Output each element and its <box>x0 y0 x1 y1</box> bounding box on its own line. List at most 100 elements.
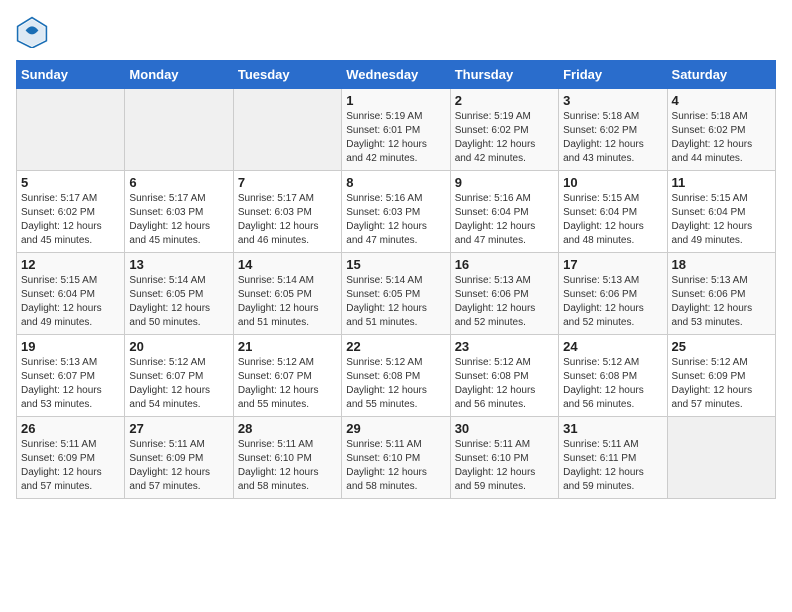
calendar-cell: 11 Sunrise: 5:15 AM Sunset: 6:04 PM Dayli… <box>667 171 775 253</box>
day-info: Sunrise: 5:11 AM Sunset: 6:10 PM Dayligh… <box>346 438 445 494</box>
day-info: Sunrise: 5:11 AM Sunset: 6:11 PM Dayligh… <box>563 438 662 494</box>
day-number: 2 <box>455 93 554 108</box>
day-number: 11 <box>672 175 771 190</box>
day-number: 6 <box>129 175 228 190</box>
day-number: 21 <box>238 339 337 354</box>
day-info: Sunrise: 5:11 AM Sunset: 6:09 PM Dayligh… <box>129 438 228 494</box>
day-info: Sunrise: 5:14 AM Sunset: 6:05 PM Dayligh… <box>238 274 337 330</box>
day-info: Sunrise: 5:14 AM Sunset: 6:05 PM Dayligh… <box>129 274 228 330</box>
logo <box>16 16 52 48</box>
day-info: Sunrise: 5:12 AM Sunset: 6:08 PM Dayligh… <box>346 356 445 412</box>
day-info: Sunrise: 5:12 AM Sunset: 6:08 PM Dayligh… <box>455 356 554 412</box>
day-info: Sunrise: 5:18 AM Sunset: 6:02 PM Dayligh… <box>563 110 662 166</box>
day-info: Sunrise: 5:19 AM Sunset: 6:01 PM Dayligh… <box>346 110 445 166</box>
calendar-cell: 1 Sunrise: 5:19 AM Sunset: 6:01 PM Daylig… <box>342 89 450 171</box>
calendar-cell: 28 Sunrise: 5:11 AM Sunset: 6:10 PM Dayli… <box>233 417 341 499</box>
calendar-cell: 14 Sunrise: 5:14 AM Sunset: 6:05 PM Dayli… <box>233 253 341 335</box>
day-number: 12 <box>21 257 120 272</box>
calendar-cell: 30 Sunrise: 5:11 AM Sunset: 6:10 PM Dayli… <box>450 417 558 499</box>
calendar-week-row: 5Sunrise: 5:17 AM Sunset: 6:02 PM Daylig… <box>17 171 776 253</box>
day-info: Sunrise: 5:15 AM Sunset: 6:04 PM Dayligh… <box>563 192 662 248</box>
calendar-cell <box>125 89 233 171</box>
calendar-cell <box>17 89 125 171</box>
calendar-cell: 29 Sunrise: 5:11 AM Sunset: 6:10 PM Dayli… <box>342 417 450 499</box>
day-info: Sunrise: 5:13 AM Sunset: 6:06 PM Dayligh… <box>672 274 771 330</box>
calendar-cell: 9 Sunrise: 5:16 AM Sunset: 6:04 PM Daylig… <box>450 171 558 253</box>
calendar-cell: 18 Sunrise: 5:13 AM Sunset: 6:06 PM Dayli… <box>667 253 775 335</box>
calendar-cell: 19 Sunrise: 5:13 AM Sunset: 6:07 PM Dayli… <box>17 335 125 417</box>
day-number: 18 <box>672 257 771 272</box>
day-number: 20 <box>129 339 228 354</box>
calendar-cell: 27 Sunrise: 5:11 AM Sunset: 6:09 PM Dayli… <box>125 417 233 499</box>
day-info: Sunrise: 5:13 AM Sunset: 6:07 PM Dayligh… <box>21 356 120 412</box>
logo-icon <box>16 16 48 48</box>
calendar-cell: 13 Sunrise: 5:14 AM Sunset: 6:05 PM Dayli… <box>125 253 233 335</box>
calendar-cell: 26 Sunrise: 5:11 AM Sunset: 6:09 PM Dayli… <box>17 417 125 499</box>
day-number: 31 <box>563 421 662 436</box>
weekday-header-saturday: Saturday <box>667 61 775 89</box>
day-number: 16 <box>455 257 554 272</box>
day-info: Sunrise: 5:15 AM Sunset: 6:04 PM Dayligh… <box>672 192 771 248</box>
day-info: Sunrise: 5:16 AM Sunset: 6:04 PM Dayligh… <box>455 192 554 248</box>
day-number: 10 <box>563 175 662 190</box>
weekday-header-wednesday: Wednesday <box>342 61 450 89</box>
calendar-cell: 22 Sunrise: 5:12 AM Sunset: 6:08 PM Dayli… <box>342 335 450 417</box>
weekday-header-tuesday: Tuesday <box>233 61 341 89</box>
calendar-table: SundayMondayTuesdayWednesdayThursdayFrid… <box>16 60 776 499</box>
weekday-header-friday: Friday <box>559 61 667 89</box>
calendar-cell: 2Sunrise: 5:19 AM Sunset: 6:02 PM Daylig… <box>450 89 558 171</box>
calendar-cell: 31 Sunrise: 5:11 AM Sunset: 6:11 PM Dayli… <box>559 417 667 499</box>
day-info: Sunrise: 5:17 AM Sunset: 6:02 PM Dayligh… <box>21 192 120 248</box>
day-number: 30 <box>455 421 554 436</box>
calendar-cell: 21 Sunrise: 5:12 AM Sunset: 6:07 PM Dayli… <box>233 335 341 417</box>
calendar-cell: 25Sunrise: 5:12 AM Sunset: 6:09 PM Dayli… <box>667 335 775 417</box>
day-number: 8 <box>346 175 445 190</box>
day-number: 19 <box>21 339 120 354</box>
day-info: Sunrise: 5:16 AM Sunset: 6:03 PM Dayligh… <box>346 192 445 248</box>
calendar-cell: 16 Sunrise: 5:13 AM Sunset: 6:06 PM Dayli… <box>450 253 558 335</box>
day-info: Sunrise: 5:13 AM Sunset: 6:06 PM Dayligh… <box>563 274 662 330</box>
day-number: 29 <box>346 421 445 436</box>
day-info: Sunrise: 5:13 AM Sunset: 6:06 PM Dayligh… <box>455 274 554 330</box>
calendar-cell: 6 Sunrise: 5:17 AM Sunset: 6:03 PM Daylig… <box>125 171 233 253</box>
day-number: 26 <box>21 421 120 436</box>
day-info: Sunrise: 5:18 AM Sunset: 6:02 PM Dayligh… <box>672 110 771 166</box>
calendar-cell: 10 Sunrise: 5:15 AM Sunset: 6:04 PM Dayli… <box>559 171 667 253</box>
day-number: 14 <box>238 257 337 272</box>
day-number: 3 <box>563 93 662 108</box>
day-info: Sunrise: 5:11 AM Sunset: 6:10 PM Dayligh… <box>455 438 554 494</box>
day-number: 17 <box>563 257 662 272</box>
day-number: 1 <box>346 93 445 108</box>
calendar-cell: 7Sunrise: 5:17 AM Sunset: 6:03 PM Daylig… <box>233 171 341 253</box>
calendar-cell: 8 Sunrise: 5:16 AM Sunset: 6:03 PM Daylig… <box>342 171 450 253</box>
day-number: 9 <box>455 175 554 190</box>
weekday-header-thursday: Thursday <box>450 61 558 89</box>
calendar-cell: 15 Sunrise: 5:14 AM Sunset: 6:05 PM Dayli… <box>342 253 450 335</box>
day-info: Sunrise: 5:11 AM Sunset: 6:09 PM Dayligh… <box>21 438 120 494</box>
day-number: 22 <box>346 339 445 354</box>
day-info: Sunrise: 5:17 AM Sunset: 6:03 PM Dayligh… <box>129 192 228 248</box>
day-number: 27 <box>129 421 228 436</box>
day-info: Sunrise: 5:12 AM Sunset: 6:07 PM Dayligh… <box>238 356 337 412</box>
calendar-cell <box>667 417 775 499</box>
day-info: Sunrise: 5:12 AM Sunset: 6:07 PM Dayligh… <box>129 356 228 412</box>
day-number: 15 <box>346 257 445 272</box>
day-number: 24 <box>563 339 662 354</box>
calendar-cell: 24Sunrise: 5:12 AM Sunset: 6:08 PM Dayli… <box>559 335 667 417</box>
calendar-week-row: 1 Sunrise: 5:19 AM Sunset: 6:01 PM Daylig… <box>17 89 776 171</box>
calendar-cell: 23 Sunrise: 5:12 AM Sunset: 6:08 PM Dayli… <box>450 335 558 417</box>
day-number: 13 <box>129 257 228 272</box>
weekday-header-monday: Monday <box>125 61 233 89</box>
day-info: Sunrise: 5:11 AM Sunset: 6:10 PM Dayligh… <box>238 438 337 494</box>
day-info: Sunrise: 5:12 AM Sunset: 6:09 PM Dayligh… <box>672 356 771 412</box>
day-number: 23 <box>455 339 554 354</box>
calendar-cell: 3 Sunrise: 5:18 AM Sunset: 6:02 PM Daylig… <box>559 89 667 171</box>
day-number: 4 <box>672 93 771 108</box>
calendar-week-row: 19 Sunrise: 5:13 AM Sunset: 6:07 PM Dayli… <box>17 335 776 417</box>
weekday-header-sunday: Sunday <box>17 61 125 89</box>
calendar-cell: 17 Sunrise: 5:13 AM Sunset: 6:06 PM Dayli… <box>559 253 667 335</box>
day-number: 28 <box>238 421 337 436</box>
day-info: Sunrise: 5:14 AM Sunset: 6:05 PM Dayligh… <box>346 274 445 330</box>
calendar-week-row: 26 Sunrise: 5:11 AM Sunset: 6:09 PM Dayli… <box>17 417 776 499</box>
page-header <box>16 16 776 48</box>
